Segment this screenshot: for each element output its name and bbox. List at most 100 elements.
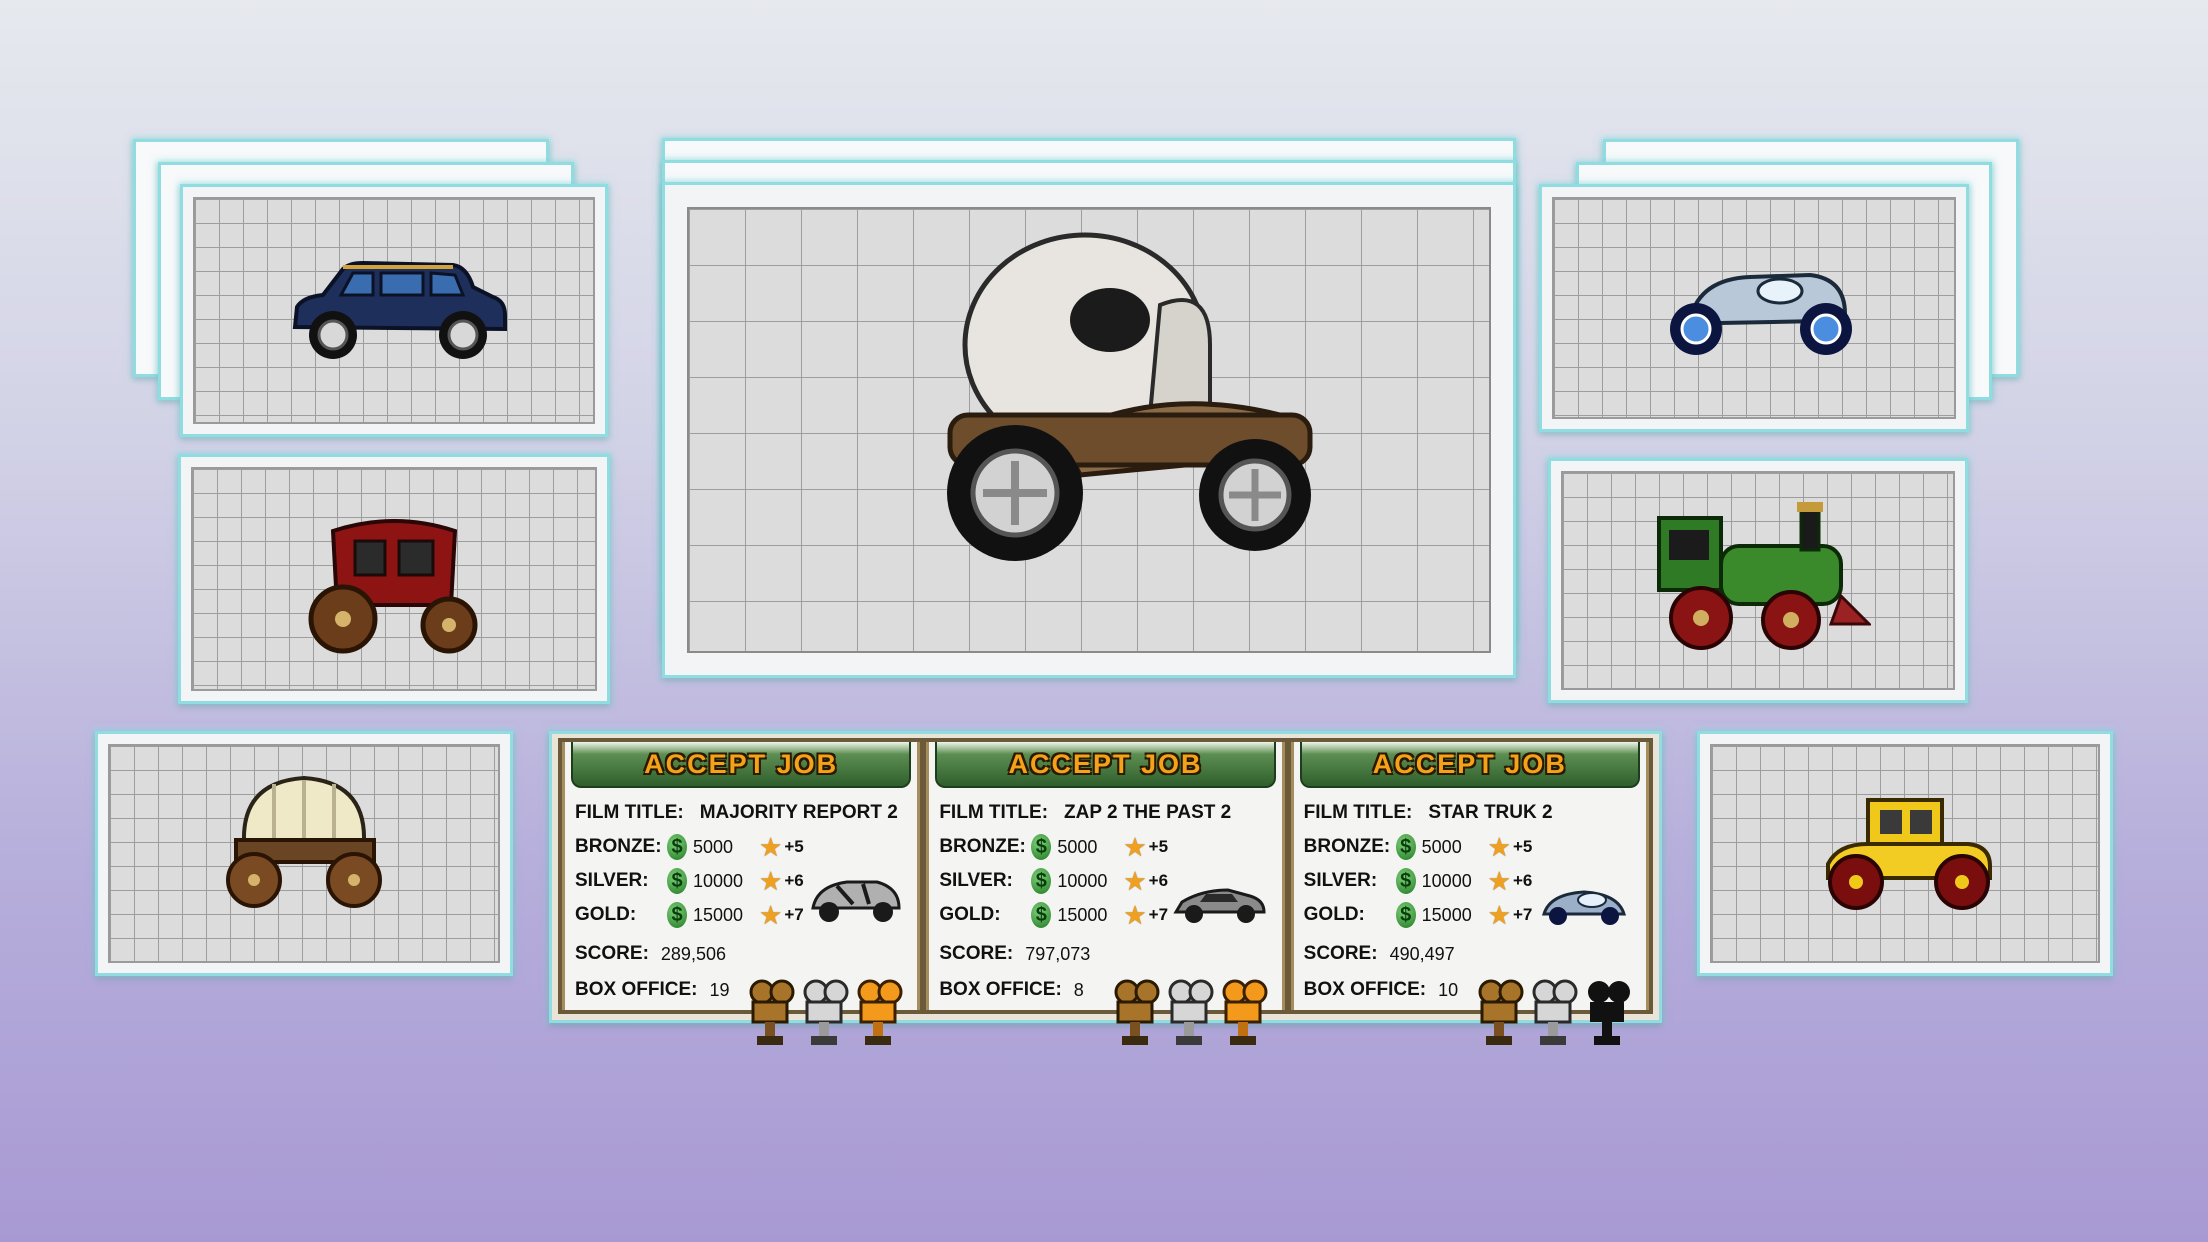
- dollar-icon: $: [667, 868, 687, 894]
- accept-job-button[interactable]: ACCEPT JOB: [1299, 742, 1640, 788]
- vehicle-card-covered-wagon[interactable]: [95, 731, 513, 976]
- star-icon: ★: [1123, 899, 1147, 930]
- film-title-value: ZAP 2 THE PAST 2: [1064, 802, 1232, 823]
- silver-camera-trophy-icon: [1168, 979, 1214, 1045]
- dollar-icon: $: [1395, 834, 1416, 860]
- star-icon: ★: [1123, 865, 1147, 896]
- box-office-value: 8: [1073, 979, 1084, 1000]
- silver-bonus: +6: [1148, 871, 1169, 890]
- gold-amount: 15000: [1057, 904, 1108, 925]
- job-board-frame: ACCEPT JOB FILM TITLE: MAJORITY REPORT 2…: [558, 738, 1653, 1045]
- job-card: ACCEPT JOB FILM TITLE: ZAP 2 THE PAST 2 …: [926, 742, 1285, 1045]
- gold-label: GOLD:: [575, 904, 637, 925]
- bronze-label: BRONZE:: [939, 836, 1026, 857]
- dollar-icon: $: [1395, 902, 1416, 928]
- gold-label: GOLD:: [1303, 904, 1365, 925]
- silver-amount: 10000: [1421, 870, 1472, 891]
- vehicle-card-skull-car[interactable]: [662, 182, 1516, 678]
- green-locomotive-icon: [1657, 502, 1871, 650]
- job-details: FILM TITLE: STAR TRUK 2 BRONZE: $ 5000 ★…: [1294, 788, 1646, 1045]
- score-row: SCORE: 289,506: [575, 936, 917, 972]
- accept-job-button[interactable]: ACCEPT JOB: [935, 742, 1276, 788]
- silver-amount: 10000: [693, 870, 744, 891]
- film-title-row: FILM TITLE: STAR TRUK 2: [1304, 796, 1646, 830]
- trophy-row: [747, 978, 905, 1048]
- bronze-amount: 5000: [1421, 836, 1462, 857]
- star-icon: ★: [1487, 899, 1511, 930]
- vehicle-card-silver-buggy[interactable]: [1539, 184, 1969, 432]
- trophy-row: [1112, 978, 1270, 1048]
- score-label: SCORE:: [575, 943, 649, 964]
- vehicle-card-locomotive[interactable]: [1548, 458, 1968, 703]
- bronze-camera-trophy-icon: [1114, 979, 1160, 1045]
- film-title-value: STAR TRUK 2: [1428, 802, 1553, 823]
- job-details: FILM TITLE: MAJORITY REPORT 2 BRONZE: $ …: [565, 788, 917, 1045]
- star-icon: ★: [759, 831, 783, 862]
- vehicle-card-yellow-jalopy[interactable]: [1697, 731, 2113, 976]
- star-icon: ★: [759, 865, 783, 896]
- film-title-row: FILM TITLE: ZAP 2 THE PAST 2: [939, 796, 1281, 830]
- star-icon: ★: [1487, 831, 1511, 862]
- hover-car-icon: [1541, 890, 1627, 925]
- film-title-label: FILM TITLE:: [939, 802, 1049, 823]
- bronze-bonus: +5: [1512, 837, 1533, 856]
- bronze-bonus: +5: [1148, 837, 1169, 856]
- star-icon: ★: [1123, 831, 1147, 862]
- bronze-reward-row: BRONZE: $ 5000 ★ +5: [575, 830, 917, 864]
- film-title-label: FILM TITLE:: [1303, 802, 1413, 823]
- dollar-icon: $: [667, 902, 687, 928]
- sports-car-icon: [1173, 888, 1266, 923]
- dollar-icon: $: [1031, 834, 1052, 860]
- trophy-row: [1476, 978, 1634, 1048]
- dollar-icon: $: [1031, 902, 1052, 928]
- score-value: 490,497: [1389, 943, 1455, 964]
- bronze-camera-trophy-icon: [1478, 979, 1524, 1045]
- bronze-reward-row: BRONZE: $ 5000 ★ +5: [939, 830, 1281, 864]
- job-board: ACCEPT JOB FILM TITLE: MAJORITY REPORT 2…: [549, 731, 1662, 1045]
- vehicle-card-blue-suv[interactable]: [180, 184, 608, 437]
- bronze-reward-row: BRONZE: $ 5000 ★ +5: [1304, 830, 1646, 864]
- bronze-amount: 5000: [1057, 836, 1098, 857]
- futuristic-car-icon: [811, 880, 901, 922]
- star-icon: ★: [1487, 865, 1511, 896]
- silver-label: SILVER:: [575, 870, 649, 891]
- silver-amount: 10000: [1057, 870, 1108, 891]
- gold-camera-trophy-icon: [1222, 979, 1268, 1045]
- score-label: SCORE:: [1303, 943, 1378, 964]
- covered-wagon-icon: [226, 775, 382, 908]
- score-label: SCORE:: [939, 943, 1014, 964]
- blue-suv-icon: [292, 260, 507, 359]
- bronze-label: BRONZE:: [575, 836, 662, 857]
- score-row: SCORE: 797,073: [939, 936, 1281, 972]
- vehicle-card-stagecoach[interactable]: [178, 454, 610, 704]
- bronze-camera-trophy-icon: [749, 979, 795, 1045]
- accept-job-button[interactable]: ACCEPT JOB: [571, 742, 912, 788]
- dollar-icon: $: [1395, 868, 1416, 894]
- red-stagecoach-icon: [308, 519, 478, 654]
- bronze-bonus: +5: [784, 837, 804, 856]
- job-details: FILM TITLE: ZAP 2 THE PAST 2 BRONZE: $ 5…: [929, 788, 1281, 1045]
- box-office-value: 19: [709, 979, 730, 1000]
- gold-bonus: +7: [1148, 905, 1169, 924]
- box-office-label: BOX OFFICE:: [939, 979, 1062, 1000]
- locked-camera-trophy-icon: [1587, 981, 1630, 1045]
- dollar-icon: $: [667, 834, 687, 860]
- silver-bonus: +6: [1512, 871, 1533, 890]
- bronze-amount: 5000: [693, 836, 734, 857]
- score-value: 289,506: [660, 943, 726, 964]
- gold-bonus: +7: [1512, 905, 1533, 924]
- score-value: 797,073: [1025, 943, 1091, 964]
- gold-camera-trophy-icon: [857, 979, 903, 1045]
- silver-bonus: +6: [784, 871, 804, 890]
- gold-label: GOLD:: [939, 904, 1001, 925]
- star-icon: ★: [759, 899, 783, 930]
- box-office-label: BOX OFFICE:: [1303, 979, 1427, 1000]
- yellow-jalopy-icon: [1826, 798, 1992, 910]
- silver-buggy-icon: [1670, 272, 1852, 355]
- job-card: ACCEPT JOB FILM TITLE: STAR TRUK 2 BRONZ…: [1290, 742, 1649, 1045]
- film-title-row: FILM TITLE: MAJORITY REPORT 2: [575, 796, 917, 830]
- job-card: ACCEPT JOB FILM TITLE: MAJORITY REPORT 2…: [562, 742, 921, 1045]
- gold-amount: 15000: [1421, 904, 1472, 925]
- silver-camera-trophy-icon: [1532, 979, 1578, 1045]
- box-office-value: 10: [1438, 979, 1459, 1000]
